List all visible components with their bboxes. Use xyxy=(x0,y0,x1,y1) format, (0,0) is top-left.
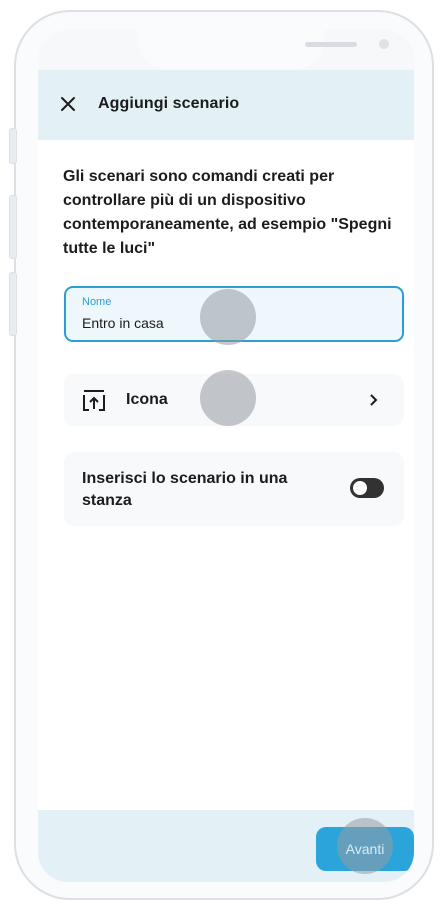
page-title: Aggiungi scenario xyxy=(98,95,240,112)
close-icon[interactable] xyxy=(56,92,80,116)
footer-bar: Avanti xyxy=(38,810,414,882)
camera xyxy=(379,39,389,49)
room-toggle[interactable] xyxy=(350,478,384,498)
phone-side-button xyxy=(9,128,17,164)
name-field-label: Nome xyxy=(82,296,112,308)
next-button-label: Avanti xyxy=(345,841,385,857)
room-row-label: Inserisci lo scenario in una stanza xyxy=(82,470,288,509)
app-header: Aggiungi scenario xyxy=(38,70,414,140)
icon-row[interactable]: Icona xyxy=(64,374,404,426)
phone-volume-down-button xyxy=(9,272,17,336)
speaker xyxy=(305,42,357,47)
toggle-knob xyxy=(353,481,367,495)
notch xyxy=(138,30,389,68)
intro-text: Gli scenari sono comandi creati per cont… xyxy=(63,168,392,257)
chevron-right-icon xyxy=(370,394,378,406)
icon-row-label: Icona xyxy=(126,391,168,408)
phone-volume-up-button xyxy=(9,195,17,259)
room-row: Inserisci lo scenario in una stanza xyxy=(64,452,404,526)
upload-icon xyxy=(83,390,105,411)
name-field[interactable]: Nome Entro in casa xyxy=(64,286,404,342)
screen: Aggiungi scenario Gli scenari sono coman… xyxy=(38,30,414,882)
next-button[interactable]: Avanti xyxy=(316,827,414,871)
name-field-value[interactable]: Entro in casa xyxy=(82,315,164,331)
content: Gli scenari sono comandi creati per cont… xyxy=(38,140,414,810)
